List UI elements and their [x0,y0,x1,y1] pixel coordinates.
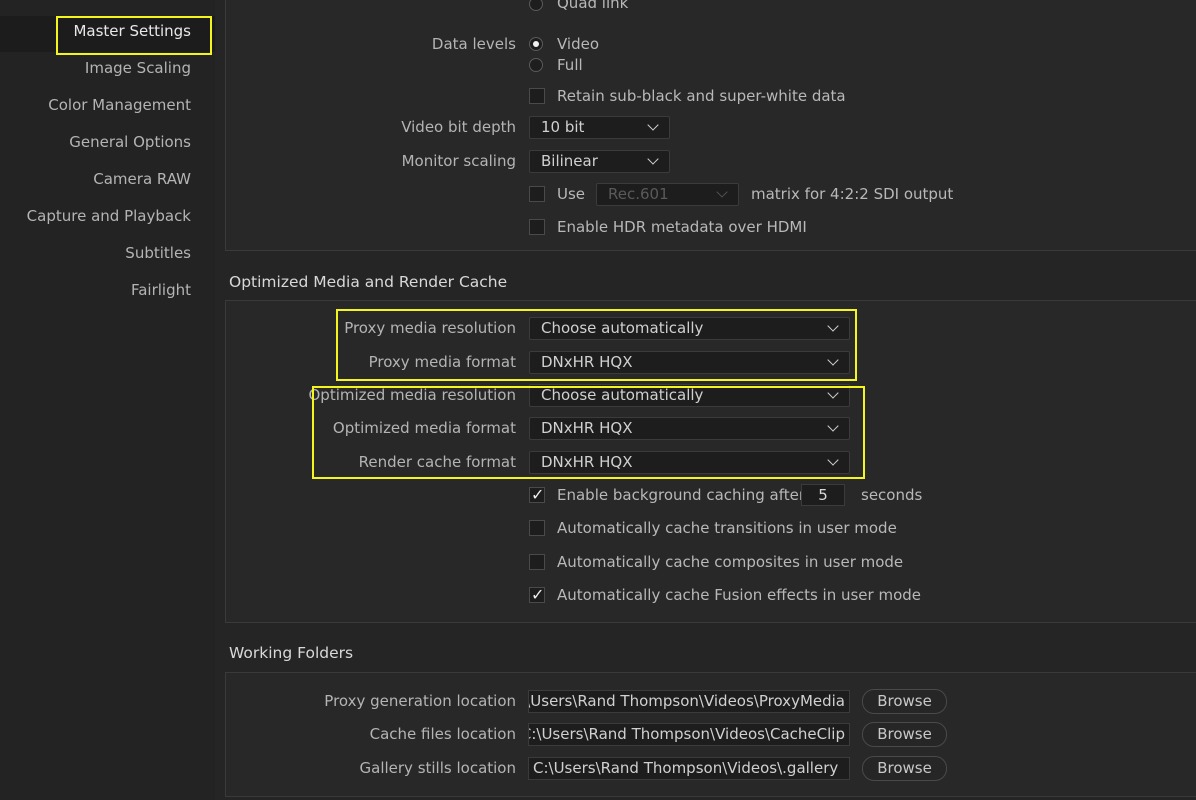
chevron-down-icon [827,420,839,432]
data-levels-video-radio[interactable] [529,37,543,51]
proxy-media-resolution-value: Choose automatically [541,319,704,337]
hdr-metadata-label: Enable HDR metadata over HDMI [557,218,807,236]
cache-files-location-value: C:\Users\Rand Thompson\Videos\CacheClip [528,725,845,743]
render-cache-format-dropdown[interactable]: DNxHR HQX [529,451,850,474]
data-levels-label: Data levels [431,35,516,53]
chevron-down-icon [827,354,839,366]
retain-sub-black-label: Retain sub-black and super-white data [557,87,846,105]
use-matrix-label: Use [557,185,586,203]
matrix-dropdown[interactable]: Rec.601 [596,183,739,206]
monitor-scaling-value: Bilinear [541,152,598,170]
auto-cache-fusion-label: Automatically cache Fusion effects in us… [557,586,922,604]
chevron-down-icon [647,119,659,131]
proxy-generation-location-value: C:\Users\Rand Thompson\Videos\ProxyMedia [528,692,845,710]
sidebar-item-color-management[interactable]: Color Management [48,96,191,114]
data-levels-full-radio[interactable] [529,58,543,72]
cache-files-location-label: Cache files location [369,725,516,743]
auto-cache-transitions-checkbox[interactable] [529,520,545,536]
auto-cache-composites-checkbox[interactable] [529,554,545,570]
auto-cache-transitions-label: Automatically cache transitions in user … [557,519,897,537]
sidebar-item-general-options[interactable]: General Options [69,133,191,151]
video-bit-depth-value: 10 bit [541,118,585,136]
sidebar-item-capture-and-playback[interactable]: Capture and Playback [27,207,191,225]
use-matrix-checkbox[interactable] [529,186,545,202]
sidebar-item-image-scaling[interactable]: Image Scaling [85,59,191,77]
background-caching-seconds-input[interactable]: 5 [801,484,845,506]
background-caching-checkbox[interactable] [529,485,545,504]
proxy-media-resolution-label: Proxy media resolution [344,319,516,337]
sidebar-item-camera-raw[interactable]: Camera RAW [93,170,191,188]
video-bit-depth-label: Video bit depth [401,118,516,136]
browse-cache-button[interactable]: Browse [862,722,947,747]
monitor-scaling-dropdown[interactable]: Bilinear [529,150,670,173]
chevron-down-icon [827,387,839,399]
sidebar-item-fairlight[interactable]: Fairlight [131,281,191,299]
proxy-media-format-label: Proxy media format [368,353,516,371]
proxy-generation-location-field[interactable]: C:\Users\Rand Thompson\Videos\ProxyMedia [528,690,850,713]
data-levels-video-label: Video [557,35,600,53]
chevron-down-icon [827,320,839,332]
matrix-value: Rec.601 [608,185,669,203]
render-cache-format-label: Render cache format [358,453,516,471]
proxy-media-format-value: DNxHR HQX [541,353,633,371]
chevron-down-icon [827,454,839,466]
quad-link-label: Quad link [557,0,629,12]
cache-files-location-field[interactable]: C:\Users\Rand Thompson\Videos\CacheClip [528,723,850,746]
gallery-stills-location-label: Gallery stills location [359,759,517,777]
optimized-media-format-label: Optimized media format [332,419,516,437]
data-levels-full-label: Full [557,56,583,74]
optimized-media-format-value: DNxHR HQX [541,419,633,437]
proxy-generation-location-label: Proxy generation location [324,692,516,710]
optimized-media-resolution-value: Choose automatically [541,386,704,404]
monitor-scaling-label: Monitor scaling [401,152,516,170]
optimized-media-resolution-label: Optimized media resolution [308,386,516,404]
hdr-metadata-checkbox[interactable] [529,219,545,235]
working-folders-section-title: Working Folders [229,644,354,662]
auto-cache-composites-label: Automatically cache composites in user m… [557,553,904,571]
sidebar-item-subtitles[interactable]: Subtitles [125,244,191,262]
browse-gallery-button[interactable]: Browse [862,756,947,781]
chevron-down-icon [716,186,728,198]
settings-sidebar: Master Settings Image Scaling Color Mana… [0,0,215,800]
gallery-stills-location-field[interactable]: C:\Users\Rand Thompson\Videos\.gallery [528,757,850,780]
chevron-down-icon [647,153,659,165]
optimized-media-format-dropdown[interactable]: DNxHR HQX [529,417,850,440]
optimized-media-section-title: Optimized Media and Render Cache [229,273,508,291]
gallery-stills-location-value: C:\Users\Rand Thompson\Videos\.gallery [533,759,839,777]
auto-cache-fusion-checkbox[interactable] [529,585,545,604]
background-caching-label: Enable background caching after [557,486,805,504]
matrix-suffix-label: matrix for 4:2:2 SDI output [751,185,954,203]
browse-proxy-button[interactable]: Browse [862,689,947,714]
retain-sub-black-checkbox[interactable] [529,88,545,104]
proxy-media-format-dropdown[interactable]: DNxHR HQX [529,351,850,374]
render-cache-format-value: DNxHR HQX [541,453,633,471]
video-bit-depth-dropdown[interactable]: 10 bit [529,116,670,139]
optimized-media-resolution-dropdown[interactable]: Choose automatically [529,384,850,407]
sidebar-item-master-settings[interactable]: Master Settings [73,22,191,40]
proxy-media-resolution-dropdown[interactable]: Choose automatically [529,317,850,340]
background-caching-unit: seconds [861,486,923,504]
video-monitoring-panel [225,0,1196,251]
